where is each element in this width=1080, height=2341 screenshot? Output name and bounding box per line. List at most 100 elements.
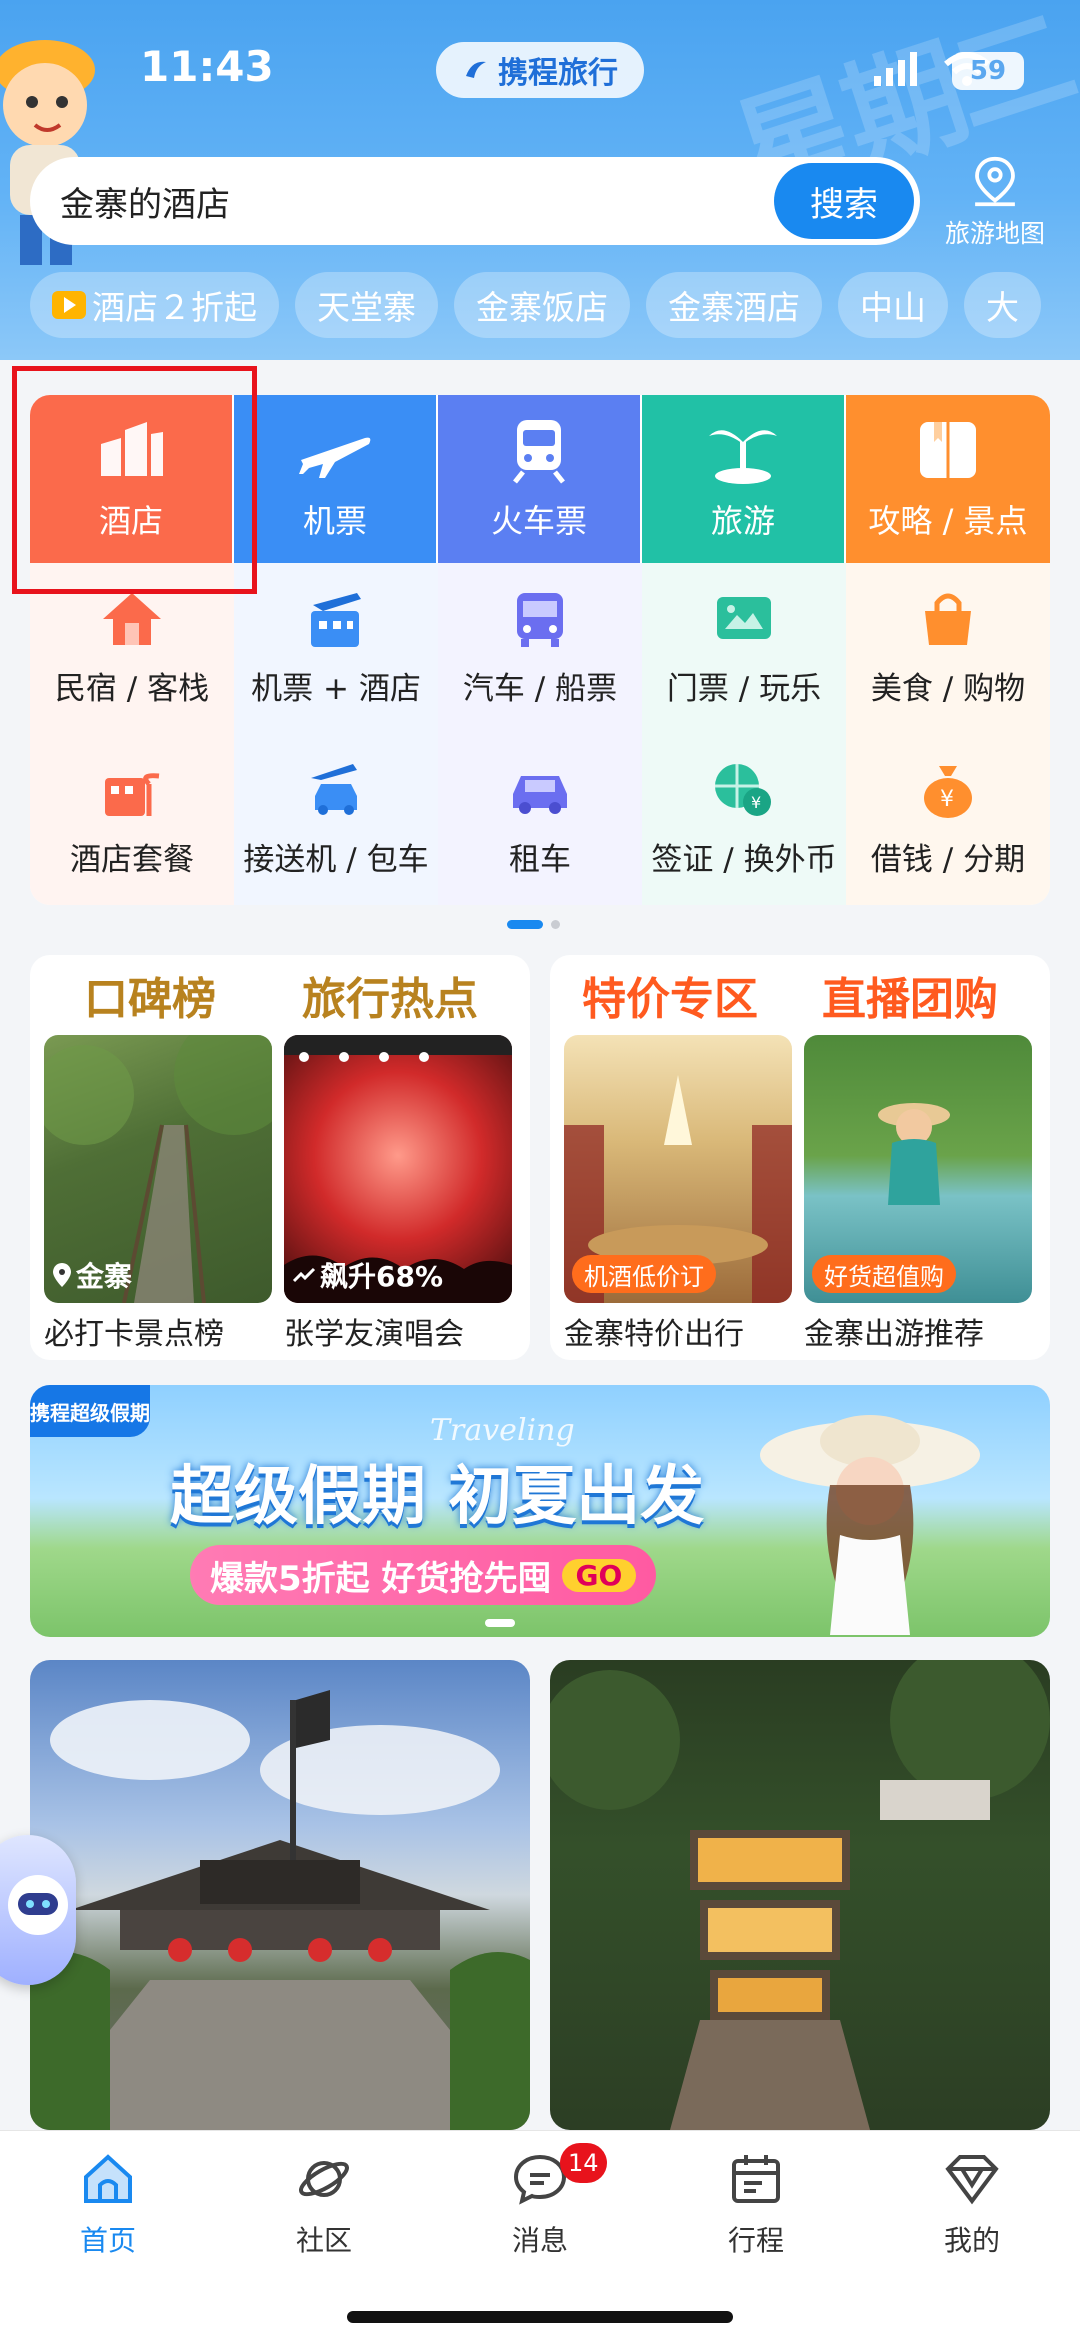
service-flight-hotel-label: 机票 + 酒店 <box>251 671 421 707</box>
service-travel[interactable]: 旅游 <box>642 395 846 563</box>
page-dot <box>551 920 560 929</box>
trend-up-icon <box>292 1267 316 1283</box>
train-icon <box>513 420 565 484</box>
location-tag-text: 金寨 <box>76 1260 133 1293</box>
chip-zhongshan[interactable]: 中山 <box>838 272 948 338</box>
tile-caption: 张学友演唱会 <box>284 1317 464 1352</box>
service-loans[interactable]: ¥ 借钱 / 分期 <box>846 734 1050 905</box>
treehouse-hotel-image[interactable] <box>550 1660 1050 2130</box>
search-bar[interactable]: 金寨的酒店 搜索 <box>30 157 920 245</box>
bus-icon <box>517 593 563 647</box>
pool-image: 好货超值购 <box>804 1035 1032 1303</box>
service-car-rental[interactable]: 租车 <box>438 734 642 905</box>
hot-search-chips: 酒店２折起 天堂寨 金寨饭店 金寨酒店 中山 大 <box>30 272 1041 338</box>
service-airport-transfer[interactable]: 接送机 / 包车 <box>234 734 438 905</box>
robot-assistant-icon <box>8 1875 68 1935</box>
service-hotel-package[interactable]: 酒店套餐 <box>30 734 234 905</box>
search-button[interactable]: 搜索 <box>774 163 914 239</box>
chip-jinzhai-restaurant[interactable]: 金寨饭店 <box>454 272 630 338</box>
ticket-icon <box>717 597 771 639</box>
super-holiday-banner[interactable]: 携程超级假期 Traveling 超级假期 初夏出发 爆款5折起 好货抢先囤 G… <box>30 1385 1050 1637</box>
trend-tag-text: 飙升68% <box>320 1260 444 1293</box>
hotel-lobby-image: 机酒低价订 <box>564 1035 792 1303</box>
chip-label: 酒店２折起 <box>92 288 257 327</box>
tile-recommend[interactable]: 好货超值购 金寨出游推荐 <box>804 1035 1032 1353</box>
hot-topics-heading[interactable]: 旅行热点 <box>270 963 510 1027</box>
chip-jinzhai-hotel[interactable]: 金寨酒店 <box>646 272 822 338</box>
service-flight-hotel[interactable]: 机票 + 酒店 <box>234 563 438 734</box>
tile-must-visit[interactable]: 金寨 必打卡景点榜 <box>44 1035 272 1353</box>
service-flight-label: 机票 <box>302 502 367 540</box>
banner-subtitle-text: 爆款5折起 好货抢先囤 <box>210 1558 552 1599</box>
service-homestay-label: 民宿 / 客栈 <box>54 671 210 707</box>
live-group-buy-heading[interactable]: 直播团购 <box>790 963 1030 1027</box>
search-input[interactable]: 金寨的酒店 <box>60 177 230 226</box>
tab-community-label: 社区 <box>295 2224 352 2257</box>
tile-caption: 金寨出游推荐 <box>804 1317 984 1352</box>
service-food-shopping-label: 美食 / 购物 <box>870 671 1026 707</box>
service-tickets[interactable]: 门票 / 玩乐 <box>642 563 846 734</box>
header: 星期二 11:43 携程旅行 59 金寨的酒店 搜索 旅游地图 酒店２折起 天堂… <box>0 0 1080 360</box>
tiantangzhai-gate-image[interactable] <box>30 1660 530 2130</box>
tab-community[interactable]: 社区 <box>216 2151 432 2261</box>
travel-map-label: 旅游地图 <box>944 219 1045 248</box>
banner-badge: 携程超级假期 <box>30 1385 150 1437</box>
service-visa-currency[interactable]: ¥ 签证 / 换外币 <box>642 734 846 905</box>
banner-page-dot <box>485 1619 515 1627</box>
service-bus-ferry[interactable]: 汽车 / 船票 <box>438 563 642 734</box>
car-plane-icon <box>311 764 357 815</box>
banner-subtitle: 爆款5折起 好货抢先囤 GO <box>190 1545 657 1605</box>
money-bag-icon: ¥ <box>924 766 972 818</box>
forest-path-image: 金寨 <box>44 1035 272 1303</box>
house-icon <box>103 593 161 645</box>
play-icon <box>52 291 86 319</box>
map-pin-icon <box>975 156 1015 207</box>
diamond-icon <box>945 2155 999 2205</box>
chip-tiantangzhai[interactable]: 天堂寨 <box>295 272 438 338</box>
service-train[interactable]: 火车票 <box>438 395 642 563</box>
service-flight[interactable]: 机票 <box>234 395 438 563</box>
tab-itinerary[interactable]: 行程 <box>648 2151 864 2261</box>
hotel-package-icon <box>105 773 160 816</box>
service-food-shopping[interactable]: 美食 / 购物 <box>846 563 1050 734</box>
promo-tag: 好货超值购 <box>812 1255 956 1293</box>
battery-indicator: 59 <box>952 52 1024 90</box>
banner-go-button[interactable]: GO <box>561 1558 637 1592</box>
feature-card-left: 口碑榜 旅行热点 金寨 必打卡景点榜 飙升68% 张学友演唱会 <box>30 955 530 1360</box>
message-count-badge: 14 <box>560 2143 607 2183</box>
banner-woman-illustration <box>760 1415 980 1635</box>
app-logo: 携程旅行 <box>436 42 644 98</box>
plane-hotel-icon <box>311 593 361 647</box>
ranking-heading[interactable]: 口碑榜 <box>30 963 270 1027</box>
tab-mine[interactable]: 我的 <box>864 2151 1080 2261</box>
tab-home-label: 首页 <box>79 2224 136 2257</box>
grid-page-indicator <box>507 920 560 929</box>
special-offers-heading[interactable]: 特价专区 <box>550 963 790 1027</box>
tab-itinerary-label: 行程 <box>727 2224 784 2257</box>
tile-special-deal[interactable]: 机酒低价订 金寨特价出行 <box>564 1035 792 1353</box>
home-icon <box>84 2154 132 2203</box>
service-guide-label: 攻略 / 景点 <box>868 502 1028 540</box>
travel-map-button[interactable]: 旅游地图 <box>935 155 1055 250</box>
ai-assistant-button[interactable] <box>0 1835 76 1985</box>
tab-home[interactable]: 首页 <box>0 2151 216 2261</box>
tab-messages[interactable]: 消息 14 <box>432 2143 648 2261</box>
svg-text:¥: ¥ <box>940 787 954 812</box>
calendar-icon <box>732 2155 780 2203</box>
chip-more[interactable]: 大 <box>964 272 1041 338</box>
palm-tree-icon <box>709 430 777 484</box>
chip-hotel-discount[interactable]: 酒店２折起 <box>30 272 279 338</box>
service-hotel-package-label: 酒店套餐 <box>70 842 194 878</box>
book-icon <box>920 422 976 478</box>
tile-concert[interactable]: 飙升68% 张学友演唱会 <box>284 1035 512 1353</box>
service-guide[interactable]: 攻略 / 景点 <box>846 395 1050 563</box>
globe-currency-icon: ¥ <box>715 764 771 816</box>
promo-tag: 机酒低价订 <box>572 1255 716 1293</box>
service-train-label: 火车票 <box>490 502 587 540</box>
service-loans-label: 借钱 / 分期 <box>870 842 1026 878</box>
svg-text:¥: ¥ <box>751 793 761 812</box>
bottom-tab-bar: 首页 社区 消息 14 行程 我的 <box>0 2130 1080 2341</box>
banner-script-text: Traveling <box>430 1413 575 1448</box>
sub-services-row-2: 酒店套餐 接送机 / 包车 租车 ¥ 签证 / 换外币 ¥ 借钱 / 分期 <box>30 734 1050 905</box>
hotel-highlight-box <box>12 366 257 594</box>
